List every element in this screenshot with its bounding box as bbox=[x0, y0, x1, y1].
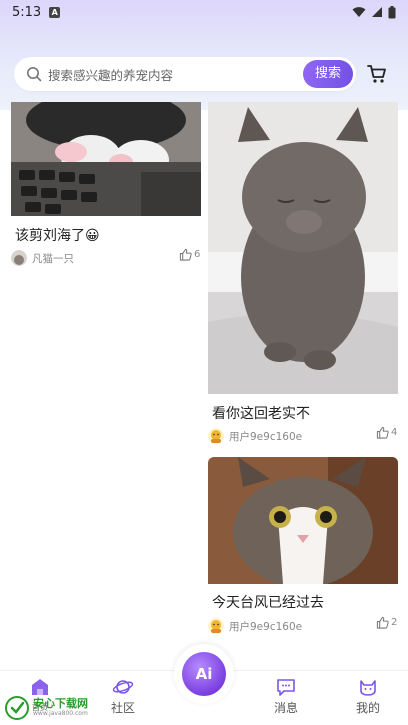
like-count[interactable]: 6 bbox=[179, 248, 200, 261]
message-icon bbox=[277, 679, 295, 696]
post-image bbox=[208, 457, 398, 584]
thumbs-up-icon bbox=[376, 426, 389, 439]
search-button[interactable]: 搜索 bbox=[303, 60, 353, 88]
like-count[interactable]: 4 bbox=[376, 426, 397, 439]
search-icon bbox=[27, 67, 42, 82]
cart-icon[interactable] bbox=[366, 63, 388, 85]
post-title: 看你这回老实不 bbox=[212, 406, 310, 422]
cat-face-icon bbox=[360, 680, 376, 696]
nav-mine[interactable]: 我的 bbox=[338, 677, 398, 716]
ai-label: Ai bbox=[182, 652, 226, 696]
post-author: 用户9e9c160e bbox=[208, 618, 302, 634]
thumbs-up-icon bbox=[179, 248, 192, 261]
post-author: 凡猫一只 bbox=[11, 250, 74, 266]
battery-icon bbox=[388, 5, 396, 18]
signal-icon bbox=[372, 7, 382, 17]
avatar bbox=[11, 250, 27, 266]
post-author: 用户9e9c160e bbox=[208, 428, 302, 444]
post-image bbox=[208, 102, 398, 394]
post-card[interactable]: 看你这回老实不 用户9e9c160e 4 bbox=[208, 102, 398, 450]
post-title: 今天台风已经过去 bbox=[212, 595, 324, 611]
thumbs-up-icon bbox=[376, 616, 389, 629]
like-count[interactable]: 2 bbox=[376, 616, 397, 629]
watermark-logo-icon bbox=[5, 696, 29, 720]
watermark-title: 安心下载网 bbox=[33, 697, 88, 710]
avatar bbox=[208, 428, 224, 444]
watermark-url: www.java800.com bbox=[33, 710, 88, 717]
status-time: 5:13 bbox=[12, 4, 42, 20]
author-name: 用户9e9c160e bbox=[229, 620, 303, 633]
post-image bbox=[11, 102, 201, 216]
search-input[interactable]: 搜索感兴趣的养宠内容 搜索 bbox=[14, 57, 356, 91]
author-name: 用户9e9c160e bbox=[229, 430, 303, 443]
notification-icon: A bbox=[49, 6, 61, 18]
post-title: 该剪刘海了😀 bbox=[15, 228, 100, 244]
search-row: 搜索感兴趣的养宠内容 搜索 bbox=[14, 56, 394, 92]
post-card[interactable]: 今天台风已经过去 用户9e9c160e 2 bbox=[208, 457, 398, 637]
author-name: 凡猫一只 bbox=[32, 252, 74, 265]
nav-messages[interactable]: 消息 bbox=[256, 677, 316, 716]
ai-assistant-button[interactable]: Ai bbox=[174, 644, 234, 704]
status-bar: 5:13 A bbox=[0, 0, 408, 24]
post-card[interactable]: 该剪刘海了😀 凡猫一只 6 bbox=[11, 102, 201, 272]
post-feed: 该剪刘海了😀 凡猫一只 6 看你这回老实不 用户9e9c160e 4 今天台风已… bbox=[0, 102, 408, 670]
search-placeholder: 搜索感兴趣的养宠内容 bbox=[48, 67, 174, 83]
wifi-icon bbox=[352, 7, 366, 17]
avatar bbox=[208, 618, 224, 634]
watermark: 安心下载网 www.java800.com bbox=[4, 694, 104, 722]
planet-icon bbox=[112, 680, 134, 694]
